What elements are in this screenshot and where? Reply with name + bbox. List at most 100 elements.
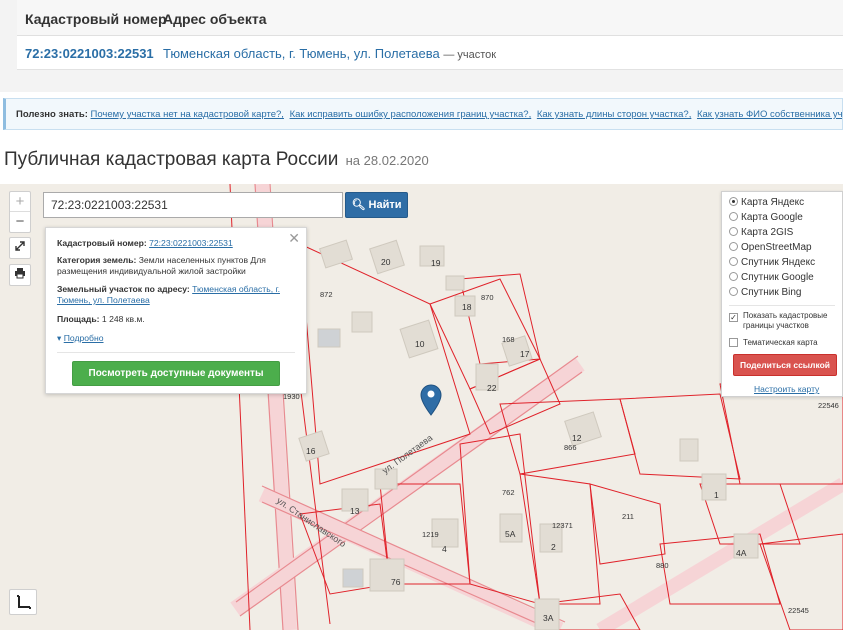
thematic-checkbox-label: Тематическая карта — [743, 338, 818, 347]
search-button-label: Найти — [368, 199, 402, 211]
info-label: Полезно знать: — [16, 109, 88, 120]
print-button[interactable] — [9, 264, 31, 286]
popup-cadastral-label: Кадастровый номер: — [57, 238, 147, 248]
cadastral-map[interactable]: ул. Полетаева ул. Станиславского 20 19 1… — [0, 184, 843, 630]
borders-checkbox[interactable]: ✓ — [729, 313, 738, 322]
useful-info-bar: Полезно знать: Почему участка нет на кад… — [3, 98, 843, 130]
popup-category-label: Категория земель: — [57, 255, 137, 265]
popup-more-toggle[interactable]: ▾ Подробно — [57, 333, 104, 344]
borders-checkbox-label: Показать кадастровые границы участков — [743, 311, 828, 330]
parcel-info-popup: ✕ Кадастровый номер: 72:23:0221003:22531… — [45, 227, 307, 394]
fullscreen-button[interactable] — [9, 237, 31, 259]
expand-icon — [15, 241, 25, 251]
layer-option-label: Карта Google — [741, 212, 803, 223]
parcel-number: 22546 — [818, 401, 839, 410]
caret-down-icon: ▾ — [57, 333, 62, 343]
search-results: Кадастровый номер Адрес объекта 72:23:02… — [0, 0, 843, 92]
parcel-number: 866 — [564, 443, 577, 452]
parcel-number: 872 — [320, 290, 333, 299]
column-header-address: Адрес объекта — [163, 11, 267, 27]
printer-icon — [15, 268, 25, 279]
house-number: 5А — [505, 529, 516, 539]
house-number: 18 — [462, 302, 472, 312]
radio-icon — [729, 257, 738, 266]
page: Кадастровый номер Адрес объекта 72:23:02… — [0, 0, 843, 630]
map-marker-icon[interactable] — [420, 384, 442, 416]
house-number: 17 — [520, 349, 530, 359]
popup-cadastral-link[interactable]: 72:23:0221003:22531 — [149, 238, 233, 248]
layer-option-label: Карта 2GIS — [741, 227, 794, 238]
layer-option[interactable]: Карта Google — [729, 212, 803, 226]
layer-option[interactable]: Спутник Bing — [729, 287, 802, 301]
popup-area-label: Площадь: — [57, 314, 100, 324]
layer-option-label: Карта Яндекс — [741, 197, 805, 208]
layer-option-label: Спутник Google — [741, 272, 814, 283]
layer-option-label: OpenStreetMap — [741, 242, 812, 253]
popup-more-label: Подробно — [63, 333, 104, 343]
map-layers-panel: Карта Яндекс Карта Google Карта 2GIS Ope… — [721, 191, 843, 397]
search-icon: 🔍︎ — [351, 199, 366, 211]
page-title-text: Публичная кадастровая карта России — [4, 149, 339, 170]
parcel-number: 870 — [481, 293, 494, 302]
layer-option[interactable]: Карта 2GIS — [729, 227, 793, 241]
layer-option-label: Спутник Яндекс — [741, 257, 816, 268]
house-number: 3А — [543, 613, 554, 623]
house-number: 16 — [306, 446, 316, 456]
info-link-missing-parcel[interactable]: Почему участка нет на кадастровой карте?… — [91, 109, 284, 120]
selection-tool-button[interactable] — [9, 589, 37, 615]
page-title: Публичная кадастровая карта России на 28… — [4, 149, 429, 171]
popup-cadastral-row: Кадастровый номер: 72:23:0221003:22531 — [57, 238, 302, 249]
popup-area-row: Площадь: 1 248 кв.м. — [57, 314, 302, 325]
layer-option[interactable]: OpenStreetMap — [729, 242, 812, 256]
house-number: 22 — [487, 383, 497, 393]
house-number: 2 — [551, 542, 556, 552]
layer-option[interactable]: Спутник Яндекс — [729, 257, 815, 271]
thematic-checkbox[interactable] — [729, 338, 738, 347]
house-number: 20 — [381, 257, 391, 267]
info-link-fix-borders[interactable]: Как исправить ошибку расположения границ… — [290, 109, 532, 120]
layer-option[interactable]: Спутник Google — [729, 272, 814, 286]
house-number: 10 — [415, 339, 425, 349]
house-number: 4А — [736, 548, 747, 558]
parcel-number: 168 — [502, 335, 515, 344]
zoom-out-button[interactable]: − — [10, 212, 30, 232]
view-documents-button[interactable]: Посмотреть доступные документы — [72, 361, 280, 386]
results-header: Кадастровый номер Адрес объекта — [17, 0, 843, 36]
radio-selected-icon — [729, 197, 738, 206]
house-number: 1 — [714, 490, 719, 500]
result-address-text[interactable]: Тюменская область, г. Тюмень, ул. Полета… — [163, 46, 440, 61]
popup-area-value: 1 248 кв.м. — [101, 314, 145, 324]
results-table: Кадастровый номер Адрес объекта 72:23:02… — [17, 0, 843, 70]
result-cadastral-link[interactable]: 72:23:0221003:22531 — [25, 46, 154, 61]
parcel-number: 880 — [656, 561, 669, 570]
map-search-input[interactable] — [43, 192, 343, 218]
layer-option[interactable]: Карта Яндекс — [729, 197, 804, 211]
radio-icon — [729, 242, 738, 251]
result-address: Тюменская область, г. Тюмень, ул. Полета… — [163, 46, 496, 61]
radio-icon — [729, 227, 738, 236]
house-number: 13 — [350, 506, 360, 516]
house-number: 19 — [431, 258, 441, 268]
share-link-button[interactable]: Поделиться ссылкой — [733, 354, 837, 376]
radio-icon — [729, 272, 738, 281]
page-title-date: на 28.02.2020 — [345, 153, 429, 168]
search-button[interactable]: 🔍︎ Найти — [345, 192, 408, 218]
layers-divider — [729, 305, 835, 306]
layer-option-label: Спутник Bing — [741, 287, 802, 298]
result-type: — участок — [443, 49, 497, 61]
popup-address-label: Земельный участок по адресу: — [57, 284, 190, 294]
info-link-side-lengths[interactable]: Как узнать длины сторон участка?, — [537, 109, 691, 120]
parcel-number: 1219 — [422, 530, 439, 539]
parcel-number: 22545 — [788, 606, 809, 615]
house-number: 12 — [572, 433, 582, 443]
crop-icon — [17, 595, 31, 609]
radio-icon — [729, 212, 738, 221]
house-number: 76 — [391, 577, 401, 587]
parcel-number: 211 — [622, 512, 634, 521]
configure-map-link[interactable]: Настроить карту — [754, 384, 819, 394]
parcel-number: 762 — [502, 488, 515, 497]
popup-category-row: Категория земель: Земли населенных пункт… — [57, 255, 302, 277]
zoom-in-button[interactable]: + — [10, 192, 30, 212]
info-link-owner-name[interactable]: Как узнать ФИО собственника участка? — [697, 109, 842, 120]
parcel-number: 12371 — [552, 521, 573, 530]
